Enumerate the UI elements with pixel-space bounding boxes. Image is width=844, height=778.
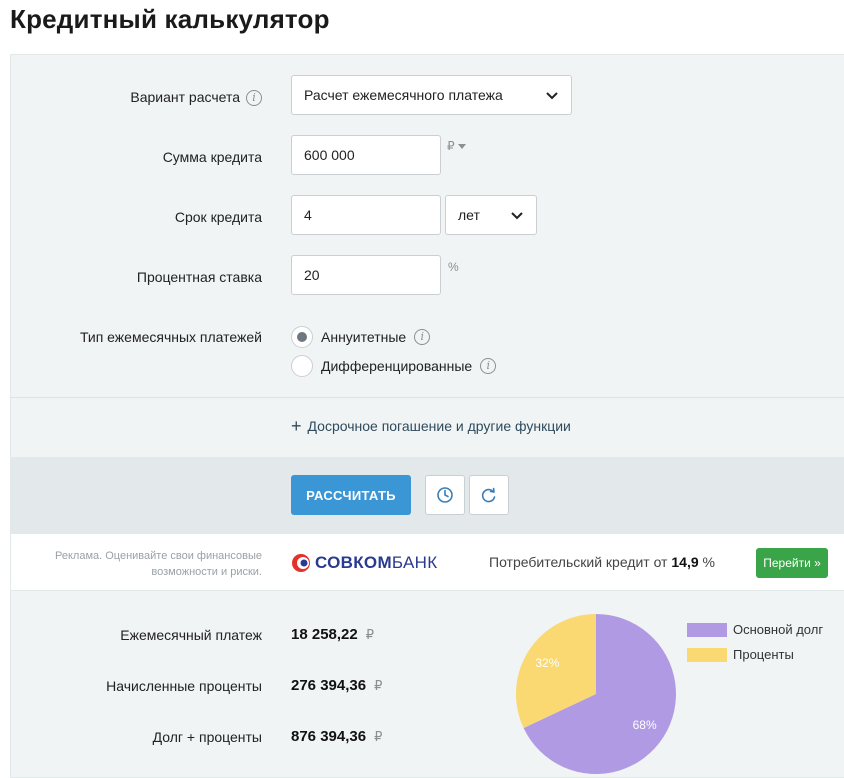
legend-item-2: Проценты <box>687 647 823 662</box>
ad-banner: Реклама. Оценивайте свои финансовые возм… <box>11 533 844 591</box>
chevron-down-icon <box>546 92 558 100</box>
plus-icon: + <box>291 416 302 436</box>
reset-button[interactable] <box>469 475 509 515</box>
radio-button[interactable] <box>291 326 313 348</box>
currency-selector[interactable]: ₽ <box>447 139 466 153</box>
accrued-interest-value: 276 394,36 ₽ <box>291 677 383 694</box>
calculate-button[interactable]: РАССЧИТАТЬ <box>291 475 411 515</box>
total-label: Долг + проценты <box>152 729 262 745</box>
sovcombank-logo-icon <box>292 554 310 572</box>
clock-icon <box>437 487 453 503</box>
history-button[interactable] <box>425 475 465 515</box>
radio-button[interactable] <box>291 355 313 377</box>
legend-label: Основной долг <box>733 622 824 637</box>
page-title: Кредитный калькулятор <box>10 4 330 34</box>
monthly-payment-label: Ежемесячный платеж <box>120 627 262 643</box>
percent-unit: % <box>448 260 459 274</box>
refresh-icon <box>481 487 496 503</box>
payment-type-label: Тип ежемесячных платежей <box>79 329 262 345</box>
pie-chart: 68% 32% <box>516 614 676 774</box>
early-repayment-link[interactable]: + Досрочное погашение и другие функции <box>291 417 571 435</box>
loan-term-label: Срок кредита <box>174 209 262 225</box>
accrued-interest-label: Начисленные проценты <box>106 678 262 694</box>
chevron-down-icon <box>511 212 523 220</box>
chart-legend: Основной долг Проценты <box>687 622 823 672</box>
radio-annuity[interactable]: Аннуитетные i <box>291 326 431 348</box>
loan-amount-label: Сумма кредита <box>162 149 262 165</box>
interest-rate-label: Процентная ставка <box>136 269 262 285</box>
legend-item-1: Основной долг <box>687 622 823 637</box>
divider <box>11 397 844 398</box>
interest-rate-input[interactable]: 20 <box>291 255 441 295</box>
ad-disclaimer: Реклама. Оценивайте свои финансовые возм… <box>55 550 262 578</box>
loan-amount-input[interactable]: 600 000 <box>291 135 441 175</box>
total-value: 876 394,36 ₽ <box>291 728 383 745</box>
calc-variant-label: Вариант расчета i <box>130 89 262 107</box>
info-icon[interactable]: i <box>414 329 431 345</box>
ad-offer-text: Потребительский кредит от 14,9 % <box>489 554 715 570</box>
legend-swatch <box>687 647 727 662</box>
loan-term-input[interactable]: 4 <box>291 195 441 235</box>
radio-differentiated[interactable]: Дифференцированные i <box>291 355 497 377</box>
info-icon[interactable]: i <box>246 90 262 107</box>
pie-slice-label-1: 68% <box>633 718 657 732</box>
info-icon[interactable]: i <box>480 358 497 374</box>
action-bar: РАССЧИТАТЬ <box>11 457 844 533</box>
credit-calculator: Вариант расчета i Расчет ежемесячного пла… <box>10 54 844 778</box>
sovcombank-logo[interactable]: СОВКОМ БАНК <box>291 553 437 573</box>
legend-label: Проценты <box>733 647 794 662</box>
legend-swatch <box>687 622 727 637</box>
caret-down-icon <box>457 144 466 150</box>
loan-term-unit-select[interactable]: лет <box>445 195 537 235</box>
calc-variant-select[interactable]: Расчет ежемесячного платежа <box>291 75 572 115</box>
monthly-payment-value: 18 258,22 ₽ <box>291 626 375 643</box>
go-button[interactable]: Перейти » <box>756 548 828 578</box>
pie-slice-label-2: 32% <box>535 656 559 670</box>
